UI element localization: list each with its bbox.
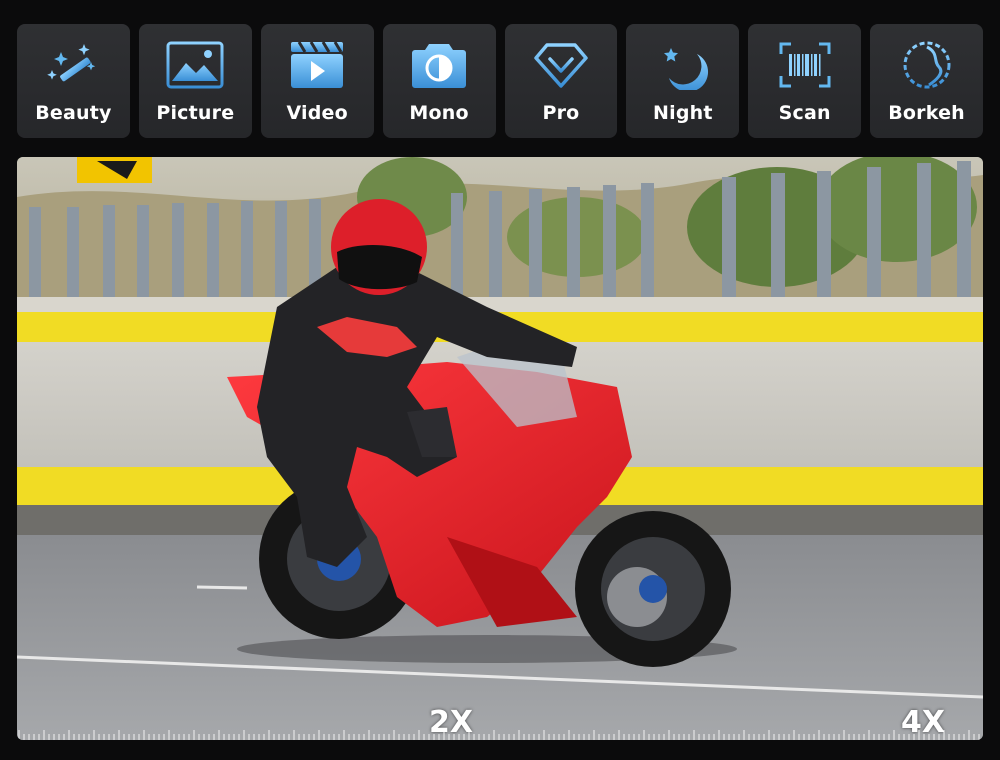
mode-label: Borkeh	[888, 102, 965, 124]
video-icon	[287, 38, 347, 92]
mode-label: Night	[653, 102, 713, 124]
magic-wand-icon	[43, 38, 103, 92]
diamond-icon	[531, 38, 591, 92]
bokeh-icon	[897, 38, 957, 92]
mode-label: Picture	[156, 102, 235, 124]
camera-icon	[409, 38, 469, 92]
mode-label: Pro	[542, 102, 580, 124]
camera-viewfinder[interactable]: 2X 4X	[17, 157, 983, 740]
mode-button-borkeh[interactable]: Borkeh	[870, 24, 983, 138]
mode-button-mono[interactable]: Mono	[382, 24, 496, 138]
mode-label: Mono	[409, 102, 469, 124]
picture-icon	[165, 38, 225, 92]
mode-button-night[interactable]: Night	[626, 24, 740, 138]
mode-button-pro[interactable]: Pro	[504, 24, 618, 138]
zoom-slider-ruler[interactable]	[17, 726, 983, 740]
viewfinder-scene	[17, 157, 983, 740]
mode-button-beauty[interactable]: Beauty	[17, 24, 130, 138]
mode-label: Beauty	[35, 102, 112, 124]
mode-button-picture[interactable]: Picture	[138, 24, 252, 138]
mode-button-video[interactable]: Video	[260, 24, 374, 138]
mode-label: Scan	[778, 102, 831, 124]
mode-button-scan[interactable]: Scan	[748, 24, 862, 138]
mode-label: Video	[286, 102, 348, 124]
barcode-icon	[775, 38, 835, 92]
moon-icon	[653, 38, 713, 92]
camera-mode-bar: Beauty Picture Video Mono Pro Night Scan…	[17, 24, 983, 138]
